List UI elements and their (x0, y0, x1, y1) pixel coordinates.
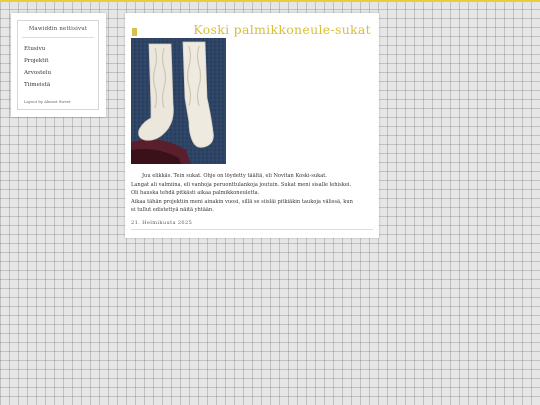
post-date: 21. Helmikuuta 2025 (131, 220, 193, 226)
nav-item-etusivu[interactable]: Etusivu (24, 43, 51, 55)
nav-item-tiimeista[interactable]: Tiimeistä (24, 79, 51, 91)
nav-item-arvostelu[interactable]: Arvostelu (24, 67, 51, 79)
sidebar-divider (22, 37, 94, 38)
top-accent-bar (0, 0, 540, 2)
sidebar-inner: Mawiddin nettisivut Etusivu Projektit Ar… (17, 20, 99, 110)
title-marker (132, 28, 137, 36)
post-photo (131, 38, 226, 164)
post-paragraph: Oli hauska tehdä pitkästi aikaa palmikko… (131, 190, 260, 197)
site-title[interactable]: Mawiddin nettisivut (18, 26, 98, 32)
layout-credit[interactable]: Layout by Almost Sweet (24, 99, 71, 104)
post-paragraph: ei tullut edistettyä näitä yhtään. (131, 207, 214, 214)
post-paragraph: Aikaa tähän projektiin meni ainakin vuos… (131, 198, 353, 205)
sidebar: Mawiddin nettisivut Etusivu Projektit Ar… (11, 13, 106, 117)
post-card: Koski palmikkoneule-sukat Juu elikkäs. T… (125, 13, 379, 238)
post-paragraph: Juu elikkäs. Tein sukat. Ohje on löydett… (142, 173, 327, 179)
sidebar-nav: Etusivu Projektit Arvostelu Tiimeistä (24, 43, 51, 91)
post-title[interactable]: Koski palmikkoneule-sukat (193, 22, 371, 37)
nav-item-projektit[interactable]: Projektit (24, 55, 51, 67)
socks-photo-illustration (131, 38, 226, 164)
post-body: Juu elikkäs. Tein sukat. Ohje on löydett… (131, 172, 375, 215)
post-footer-divider (131, 229, 373, 230)
post-paragraph: Langat ali valmiina, eli vanhoja peruont… (131, 181, 352, 188)
